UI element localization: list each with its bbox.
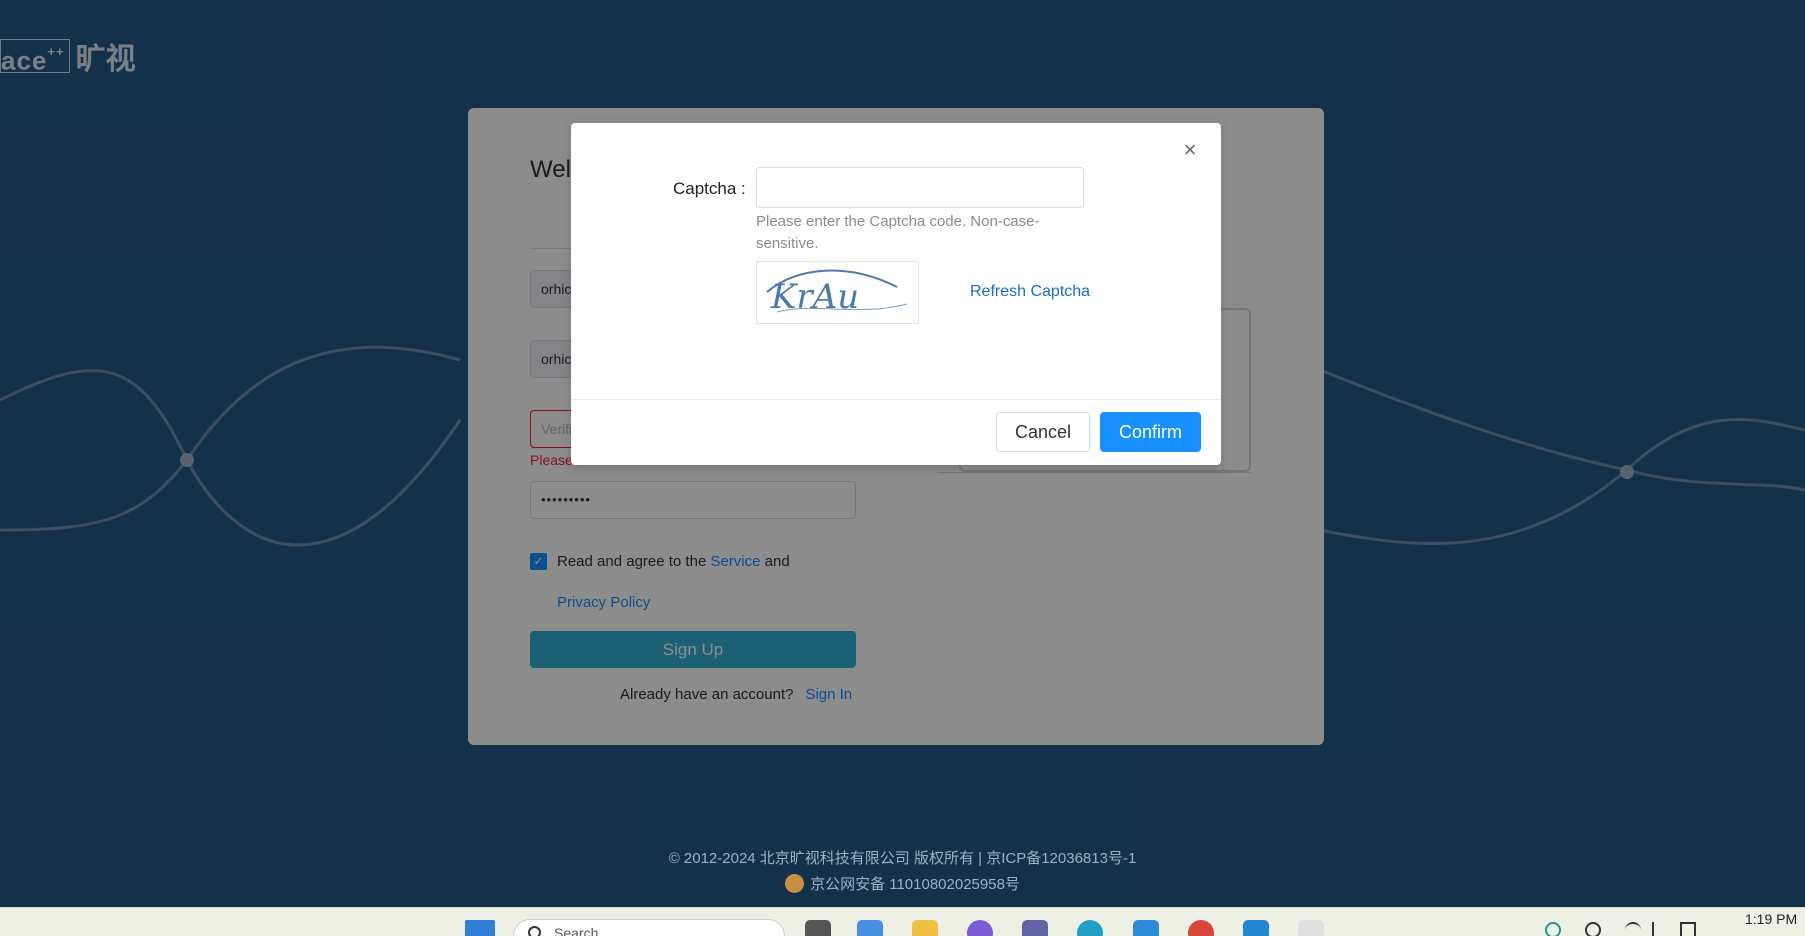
- taskbar-search[interactable]: Search: [513, 919, 785, 936]
- police-badge-icon: [785, 874, 805, 893]
- task-view-icon[interactable]: [805, 920, 831, 936]
- taskbar-clock[interactable]: 1:19 PM: [1745, 911, 1805, 927]
- tray-app-icon[interactable]: [1545, 922, 1561, 936]
- copilot-icon[interactable]: [857, 920, 883, 936]
- search-placeholder: Search: [554, 925, 599, 936]
- refresh-captcha-link[interactable]: Refresh Captcha: [970, 283, 1090, 301]
- search-icon: [528, 926, 541, 936]
- close-icon[interactable]: ×: [1179, 139, 1201, 161]
- chrome-icon[interactable]: [1188, 920, 1214, 936]
- tray-chevron-icon[interactable]: [1505, 922, 1521, 936]
- police-record[interactable]: 京公网安备 11010802025958号: [0, 873, 1805, 894]
- volume-icon[interactable]: [1652, 922, 1668, 936]
- dialog-footer-divider: [571, 399, 1221, 400]
- teams-icon[interactable]: [1022, 920, 1048, 936]
- tray-refresh-icon[interactable]: [1585, 922, 1601, 936]
- captcha-dialog: × Captcha : Please enter the Captcha cod…: [571, 123, 1221, 465]
- edge-icon[interactable]: [1077, 920, 1103, 936]
- calendar-icon[interactable]: [1298, 920, 1324, 936]
- battery-icon[interactable]: [1680, 922, 1696, 936]
- app-icon-purple[interactable]: [967, 920, 993, 936]
- captcha-label: Captcha :: [673, 179, 746, 198]
- captcha-input[interactable]: [756, 167, 1084, 208]
- windows-start-icon[interactable]: [465, 920, 495, 936]
- notepad-icon[interactable]: [1133, 920, 1159, 936]
- vscode-icon[interactable]: [1243, 920, 1269, 936]
- file-explorer-icon[interactable]: [912, 920, 938, 936]
- wifi-icon[interactable]: [1625, 922, 1641, 936]
- copyright-text[interactable]: © 2012-2024 北京旷视科技有限公司 版权所有 | 京ICP备12036…: [0, 847, 1805, 868]
- confirm-button[interactable]: Confirm: [1100, 412, 1201, 452]
- taskbar: Search 1:19 PM: [0, 907, 1805, 936]
- police-record-text: 京公网安备 11010802025958号: [810, 876, 1020, 893]
- cancel-button[interactable]: Cancel: [996, 412, 1090, 452]
- captcha-image: KrAu: [756, 261, 919, 324]
- captcha-hint: Please enter the Captcha code. Non-case-…: [756, 213, 1040, 252]
